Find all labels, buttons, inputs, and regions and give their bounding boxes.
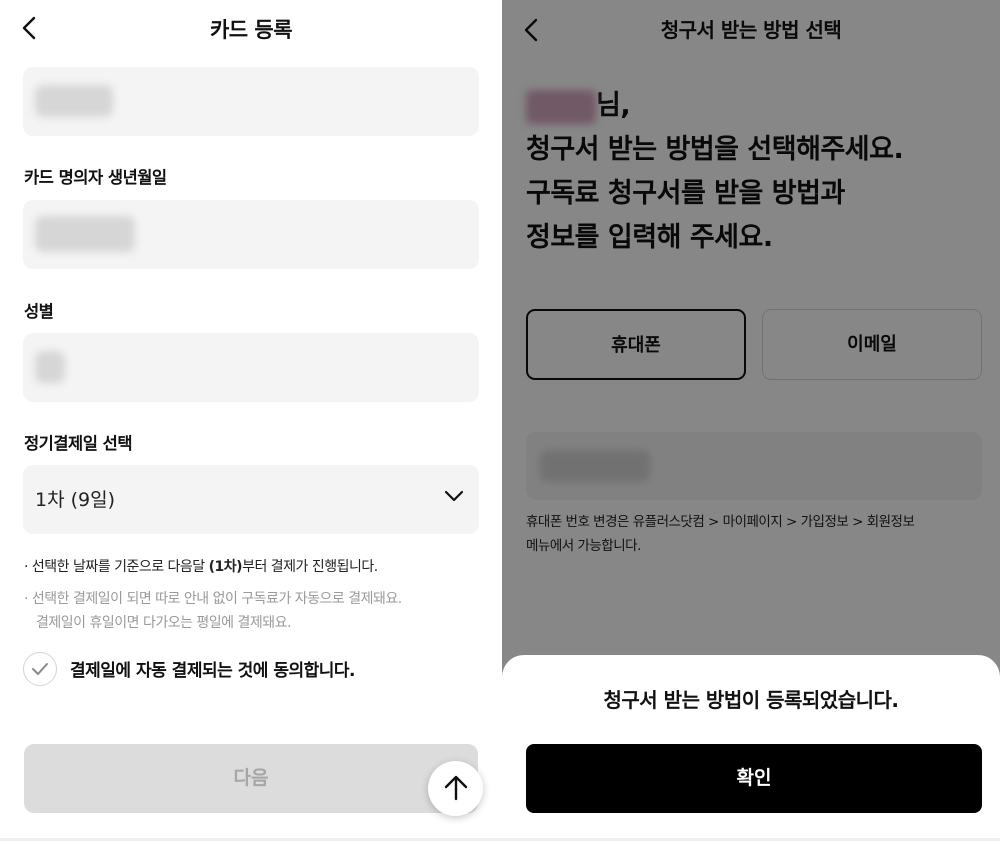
card-registration-screen: 카드 등록 카드 명의자 생년월일 성별 정기결제일 선택 1차 (9일) · …: [0, 0, 502, 841]
page-title: 카드 등록: [209, 18, 293, 42]
card-number-field[interactable]: [23, 67, 479, 136]
billing-day-label: 정기결제일 선택: [24, 434, 133, 453]
chevron-down-icon: [444, 490, 464, 502]
arrow-up-icon: [444, 775, 468, 801]
birth-date-field[interactable]: [23, 200, 479, 269]
redacted-value: [35, 351, 65, 383]
gender-field[interactable]: [23, 333, 479, 402]
agree-label: 결제일에 자동 결제되는 것에 동의합니다.: [70, 661, 356, 681]
next-button[interactable]: 다음: [24, 744, 478, 813]
billing-day-value: 1차 (9일): [35, 489, 116, 511]
gender-label: 성별: [24, 302, 54, 321]
sheet-message: 청구서 받는 방법이 등록되었습니다.: [603, 688, 900, 712]
check-icon: [31, 662, 48, 675]
redacted-value: [35, 216, 135, 252]
birth-label: 카드 명의자 생년월일: [24, 168, 167, 187]
scroll-to-top-button[interactable]: [428, 761, 483, 816]
billing-start-note: · 선택한 날짜를 기준으로 다음달 (1차)부터 결제가 진행됩니다.: [24, 559, 378, 575]
redacted-value: [35, 85, 113, 117]
confirm-button[interactable]: 확인: [526, 744, 982, 813]
checkbox-circle: [23, 652, 57, 686]
auto-payment-agree-checkbox[interactable]: 결제일에 자동 결제되는 것에 동의합니다.: [23, 650, 463, 686]
confirmation-bottom-sheet: 청구서 받는 방법이 등록되었습니다. 확인: [502, 655, 1000, 841]
billing-day-select[interactable]: 1차 (9일): [23, 465, 479, 534]
billing-method-screen: 청구서 받는 방법 선택 님, 청구서 받는 방법을 선택해주세요. 구독료 청…: [502, 0, 1000, 841]
auto-payment-note: · 선택한 결제일이 되면 따로 안내 없이 구독료가 자동으로 결제돼요. 결…: [24, 591, 402, 631]
